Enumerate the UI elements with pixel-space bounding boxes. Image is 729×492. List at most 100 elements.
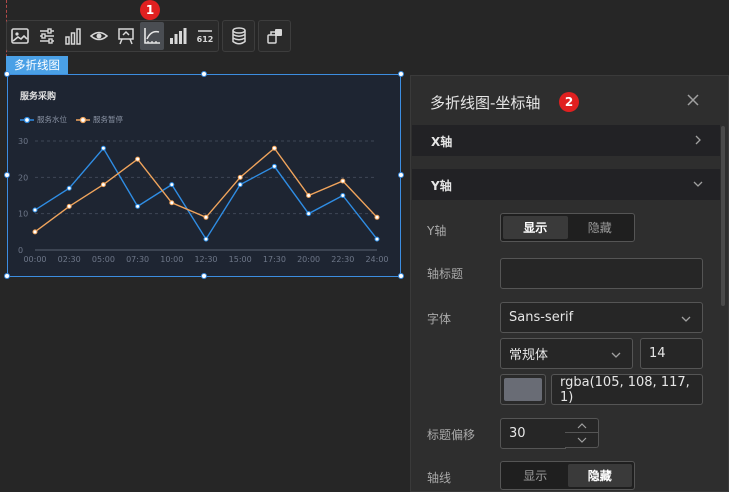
display-icon bbox=[117, 28, 134, 45]
display-button[interactable] bbox=[114, 22, 138, 50]
svg-text:612: 612 bbox=[196, 35, 213, 44]
resize-handle[interactable] bbox=[398, 273, 404, 279]
x-tick-label: 05:00 bbox=[92, 255, 115, 264]
data-label-button[interactable] bbox=[166, 22, 190, 50]
data-point bbox=[237, 174, 243, 180]
x-tick-label: 24:00 bbox=[365, 255, 388, 264]
y-axis-label: Y轴 bbox=[427, 224, 447, 238]
resize-handle[interactable] bbox=[201, 71, 207, 77]
data-point bbox=[374, 236, 380, 242]
step-marker-1: 1 bbox=[140, 0, 160, 20]
interaction-toolbar bbox=[258, 20, 291, 52]
step-marker-2: 2 bbox=[559, 92, 579, 112]
axis-settings-panel: 多折线图-坐标轴 2 X轴 Y轴 Y轴 显示 隐藏 轴标题 字体 Sans-se… bbox=[410, 75, 729, 492]
data-point bbox=[32, 207, 38, 213]
chevron-down-icon bbox=[611, 352, 621, 358]
y-tick-label: 30 bbox=[18, 137, 28, 146]
data-point bbox=[306, 211, 312, 217]
data-point bbox=[271, 163, 277, 169]
axis-line-hide-option[interactable]: 隐藏 bbox=[567, 464, 632, 487]
data-point bbox=[340, 193, 346, 198]
data-point bbox=[135, 203, 141, 209]
chevron-down-icon bbox=[681, 316, 691, 322]
font-color-input[interactable]: rgba(105, 108, 117, 1) bbox=[551, 374, 703, 405]
font-size-input[interactable]: 14 bbox=[640, 338, 703, 369]
stepper-down[interactable] bbox=[565, 433, 598, 447]
chevron-down-icon bbox=[577, 437, 586, 443]
y-axis-toggle[interactable]: 显示 隐藏 bbox=[500, 213, 635, 242]
number-button[interactable]: 612 bbox=[193, 22, 217, 50]
component-tag[interactable]: 多折线图 bbox=[6, 56, 68, 74]
chart-component[interactable]: 服务采购 服务水位 服务暂停 0 10 20 30 00:00 02:30 05:00 07:… bbox=[7, 74, 401, 277]
x-tick-label: 07:30 bbox=[126, 255, 149, 264]
data-point bbox=[66, 203, 72, 209]
settings-button[interactable] bbox=[34, 22, 58, 50]
resize-handle[interactable] bbox=[4, 71, 10, 77]
panel-title: 多折线图-坐标轴 bbox=[430, 94, 541, 112]
x-tick-label: 15:00 bbox=[229, 255, 252, 264]
resize-handle[interactable] bbox=[201, 273, 207, 279]
y-axis-hide-option[interactable]: 隐藏 bbox=[568, 216, 633, 239]
axis-icon bbox=[144, 28, 161, 44]
eye-icon bbox=[90, 31, 109, 41]
data-toolbar bbox=[222, 20, 255, 52]
data-point bbox=[32, 229, 38, 235]
x-tick-label: 02:30 bbox=[58, 255, 81, 264]
interaction-button[interactable] bbox=[262, 22, 287, 50]
y-tick-label: 0 bbox=[18, 246, 23, 255]
resize-handle[interactable] bbox=[4, 172, 10, 178]
font-weight-value: 常规体 bbox=[509, 348, 549, 363]
axis-line-label: 轴线 bbox=[427, 471, 452, 485]
chart-toolbar: 612 bbox=[6, 20, 219, 52]
title-offset-label: 标题偏移 bbox=[427, 428, 476, 442]
data-source-button[interactable] bbox=[226, 22, 251, 50]
x-tick-label: 00:00 bbox=[23, 255, 46, 264]
resize-handle[interactable] bbox=[398, 172, 404, 178]
resize-handle[interactable] bbox=[398, 71, 404, 77]
visibility-button[interactable] bbox=[87, 22, 111, 50]
section-x-axis[interactable]: X轴 bbox=[412, 125, 720, 156]
data-point bbox=[100, 182, 106, 188]
data-point bbox=[203, 214, 209, 220]
close-icon[interactable] bbox=[685, 92, 701, 108]
axis-button[interactable] bbox=[139, 22, 165, 50]
title-offset-input[interactable]: 30 bbox=[500, 418, 566, 449]
y-axis-show-option[interactable]: 显示 bbox=[503, 216, 568, 239]
data-point bbox=[306, 193, 312, 198]
panel-scrollbar[interactable] bbox=[721, 126, 725, 306]
y-tick-label: 20 bbox=[18, 173, 28, 182]
grid-bar-icon bbox=[170, 28, 187, 44]
font-weight-select[interactable]: 常规体 bbox=[500, 338, 633, 369]
series-button[interactable] bbox=[61, 22, 85, 50]
chevron-down-icon bbox=[693, 181, 703, 187]
data-point bbox=[169, 200, 175, 206]
data-point bbox=[100, 145, 106, 151]
font-family-select[interactable]: Sans-serif bbox=[500, 302, 703, 333]
link-icon bbox=[266, 29, 282, 44]
data-point bbox=[271, 145, 277, 151]
section-y-label: Y轴 bbox=[431, 179, 452, 193]
axis-title-label: 轴标题 bbox=[427, 267, 464, 281]
color-preview bbox=[504, 378, 542, 401]
stepper-up[interactable] bbox=[565, 419, 598, 433]
font-color-swatch[interactable] bbox=[500, 374, 546, 405]
axis-title-input[interactable] bbox=[500, 258, 703, 289]
axis-line-show-option[interactable]: 显示 bbox=[503, 464, 568, 487]
chevron-up-icon bbox=[577, 422, 586, 428]
x-tick-label: 10:00 bbox=[160, 255, 183, 264]
font-label: 字体 bbox=[427, 312, 452, 326]
data-point bbox=[169, 182, 175, 188]
resize-handle[interactable] bbox=[4, 273, 10, 279]
x-tick-label: 22:30 bbox=[331, 255, 354, 264]
axis-line-toggle[interactable]: 显示 隐藏 bbox=[500, 461, 635, 490]
chevron-right-icon bbox=[695, 135, 701, 145]
sliders-icon bbox=[39, 28, 54, 44]
image-button[interactable] bbox=[8, 22, 32, 50]
title-offset-stepper[interactable] bbox=[565, 418, 599, 448]
data-point bbox=[237, 182, 243, 188]
section-y-axis[interactable]: Y轴 bbox=[412, 169, 720, 200]
data-point bbox=[203, 236, 209, 242]
data-point bbox=[340, 178, 346, 184]
chart-plot: 0 10 20 30 00:00 02:30 05:00 07:30 10:00 12:30 15:… bbox=[18, 137, 389, 264]
data-point bbox=[66, 185, 72, 191]
